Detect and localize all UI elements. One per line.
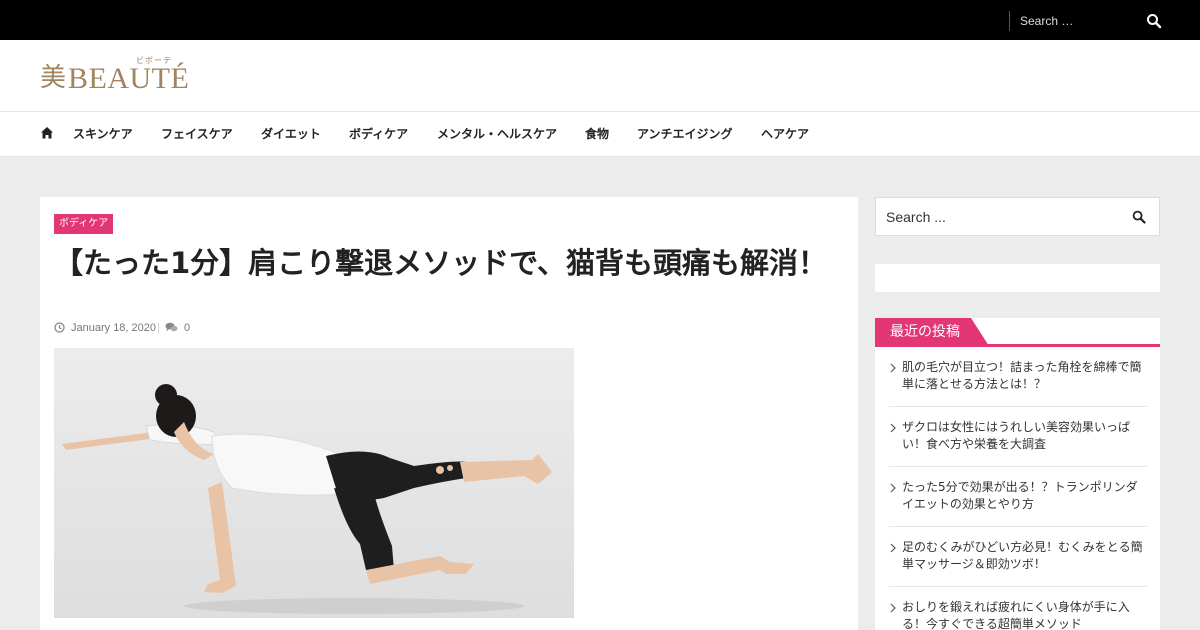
logo-ruby: ビボーテ — [136, 56, 172, 65]
nav-item-anti-aging[interactable]: アンチエイジング — [637, 126, 733, 142]
logo-kanji: 美 — [40, 63, 67, 93]
article-featured-image[interactable] — [54, 348, 574, 618]
nav-item-bodycare[interactable]: ボディケア — [349, 126, 408, 142]
top-search-form — [1009, 11, 1169, 31]
recent-post-link[interactable]: 足のむくみがひどい方必見！むくみをとる簡単マッサージ＆即効ツボ！ — [902, 539, 1147, 573]
category-badge[interactable]: ボディケア — [54, 214, 114, 234]
recent-post-item[interactable]: 肌の毛穴が目立つ！詰まった角栓を綿棒で簡単に落とせる方法とは！？ — [889, 347, 1147, 407]
recent-posts-list: 肌の毛穴が目立つ！詰まった角栓を綿棒で簡単に落とせる方法とは！？ ザクロは女性に… — [889, 347, 1147, 630]
nav-item-mental-healthcare[interactable]: メンタル・ヘルスケア — [437, 126, 557, 142]
recent-post-link[interactable]: ザクロは女性にはうれしい美容効果いっぱい！食べ方や栄養を大調査 — [902, 419, 1147, 453]
home-icon[interactable] — [40, 126, 54, 140]
search-icon[interactable] — [1132, 210, 1146, 224]
article-date[interactable]: January 18, 2020 — [71, 321, 156, 335]
nav-item-skincare[interactable]: スキンケア — [73, 126, 133, 142]
comment-count[interactable]: 0 — [184, 321, 190, 335]
chevron-right-icon — [890, 423, 896, 433]
recent-post-link[interactable]: たった5分で効果が出る！？トランポリンダイエットの効果とやり方 — [902, 479, 1147, 513]
nav-item-haircare[interactable]: ヘアケア — [761, 126, 809, 142]
recent-post-link[interactable]: おしりを鍛えれば疲れにくい身体が手に入る！今すぐできる超簡単メソッド — [902, 599, 1147, 630]
chevron-right-icon — [890, 543, 896, 553]
widget-title: 最近の投稿 — [890, 324, 960, 340]
search-icon[interactable] — [1146, 13, 1162, 29]
recent-posts-widget: 最近の投稿 肌の毛穴が目立つ！詰まった角栓を綿棒で簡単に落とせる方法とは！？ ザ… — [875, 318, 1160, 630]
sidebar-blank-widget — [875, 264, 1160, 292]
chevron-right-icon — [890, 363, 896, 373]
chevron-right-icon — [890, 483, 896, 493]
nav-item-food[interactable]: 食物 — [585, 126, 609, 142]
site-logo[interactable]: 美 BEAUTÉ ビボーテ — [40, 56, 200, 100]
comments-icon — [165, 322, 178, 332]
recent-post-item[interactable]: たった5分で効果が出る！？トランポリンダイエットの効果とやり方 — [889, 467, 1147, 527]
logo-wordmark: BEAUTÉ — [68, 62, 190, 95]
main-navigation: スキンケア フェイスケア ダイエット ボディケア メンタル・ヘルスケア 食物 ア… — [0, 112, 1200, 157]
sidebar-search-input[interactable] — [886, 207, 1106, 227]
sidebar-search-form — [875, 197, 1160, 236]
recent-post-item[interactable]: おしりを鍛えれば疲れにくい身体が手に入る！今すぐできる超簡単メソッド — [889, 587, 1147, 630]
recent-post-item[interactable]: ザクロは女性にはうれしい美容効果いっぱい！食べ方や栄養を大調査 — [889, 407, 1147, 467]
chevron-right-icon — [890, 603, 896, 613]
top-bar — [0, 0, 1200, 40]
nav-item-diet[interactable]: ダイエット — [261, 126, 321, 142]
recent-post-item[interactable]: 足のむくみがひどい方必見！むくみをとる簡単マッサージ＆即効ツボ！ — [889, 527, 1147, 587]
recent-post-link[interactable]: 肌の毛穴が目立つ！詰まった角栓を綿棒で簡単に落とせる方法とは！？ — [902, 359, 1147, 393]
top-search-input[interactable] — [1020, 11, 1140, 31]
article-card: ボディケア 【たった1分】肩こり撃退メソッドで、猫背も頭痛も解消！ Januar… — [40, 197, 858, 630]
article-title[interactable]: 【たった1分】肩こり撃退メソッドで、猫背も頭痛も解消！ — [54, 246, 844, 280]
clock-icon — [54, 322, 65, 333]
site-header: 美 BEAUTÉ ビボーテ — [0, 40, 1200, 112]
meta-separator: | — [157, 322, 160, 334]
nav-item-facecare[interactable]: フェイスケア — [161, 126, 233, 142]
